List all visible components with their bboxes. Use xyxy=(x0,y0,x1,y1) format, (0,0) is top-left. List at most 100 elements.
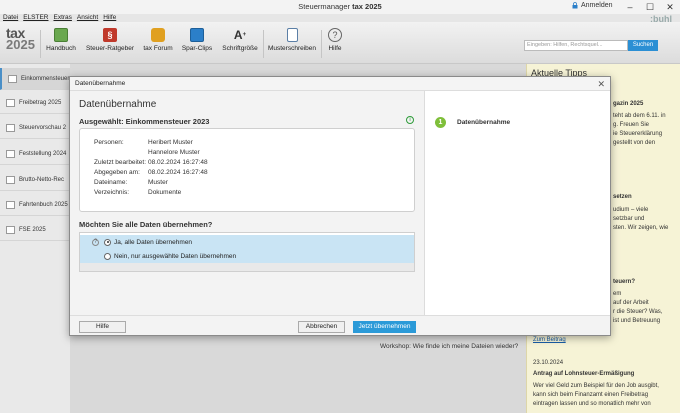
help-question-icon[interactable]: ? xyxy=(92,238,99,246)
info-key-personen: Personen: xyxy=(94,139,124,146)
video-icon xyxy=(190,28,204,42)
toolbar-handbuch[interactable]: Handbuch xyxy=(46,28,76,52)
toolbar-hilfe-label: Hilfe xyxy=(328,45,342,52)
tip-body-line: Wer viel Geld zum Beispiel für den Job a… xyxy=(533,383,659,389)
window-titlebar: Steuermanager tax 2025 Anmelden – ☐ ✕ xyxy=(0,0,680,14)
search-button[interactable]: Suchen xyxy=(628,40,658,51)
tip-line: em xyxy=(613,291,622,297)
data-import-dialog: Datenübernahme ✕ Datenübernahme Ausgewäh… xyxy=(69,76,611,336)
menu-datei[interactable]: Datei xyxy=(3,14,18,22)
sidebar-item-brutto-netto[interactable]: Brutto-Netto-Rec xyxy=(0,169,70,191)
tip-read-more-link[interactable]: Zum Beitrag xyxy=(533,336,566,344)
document-icon xyxy=(286,28,298,42)
option-selected-data[interactable]: Nein, nur ausgewählte Daten übernehmen xyxy=(80,249,414,263)
menubar: Datei ELSTER Extras Ansicht Hilfe xyxy=(3,14,116,22)
app-logo: tax 2025 xyxy=(6,26,36,52)
tip-line: udium – viele xyxy=(613,207,649,213)
font-size-icon: A+ xyxy=(233,28,247,42)
info-icon[interactable]: i xyxy=(406,116,414,124)
toolbar-tax-forum-label: tax Forum xyxy=(143,45,173,52)
info-value-person1: Heribert Muster xyxy=(148,139,193,146)
sidebar-item-label: Steuervorschau 2 xyxy=(19,124,67,131)
info-value-last-edited: 08.02.2024 16:27:48 xyxy=(148,159,208,166)
tip-line: teuern? xyxy=(613,279,636,285)
toolbar-separator xyxy=(263,30,264,58)
toolbar-musterschreiben[interactable]: Musterschreiben xyxy=(266,28,318,52)
calculator-icon xyxy=(6,175,15,184)
close-window-icon[interactable]: ✕ xyxy=(660,0,680,14)
toolbar-schriftgroesse-label: Schriftgröße xyxy=(222,45,258,52)
option-selected-data-label: Nein, nur ausgewählte Daten übernehmen xyxy=(114,252,237,260)
info-value-filename: Muster xyxy=(148,179,168,186)
tip-line: gazin 2025 xyxy=(613,101,644,107)
window-title-prefix: Steuermanager xyxy=(298,2,350,11)
sidebar-item-einkommensteuer[interactable]: Einkommensteuer xyxy=(0,68,70,90)
tip-line: ie Steuererklärung xyxy=(613,131,663,137)
menu-hilfe[interactable]: Hilfe xyxy=(103,14,116,22)
dialog-title: Datenübernahme xyxy=(75,80,126,87)
sidebar-item-freibetrag[interactable]: Freibetrag 2025 xyxy=(0,92,70,114)
info-key-last-edited: Zuletzt bearbeitet: xyxy=(94,159,147,166)
search-input[interactable]: Eingeben: Hilfen, Rechtsquel... xyxy=(524,40,628,51)
car-icon xyxy=(6,200,15,209)
info-key-directory: Verzeichnis: xyxy=(94,189,130,196)
tip-line: setzen xyxy=(613,194,632,200)
window-title-product: tax 2025 xyxy=(352,2,382,11)
maximize-icon[interactable]: ☐ xyxy=(640,0,660,14)
tip-date: 23.10.2024 xyxy=(533,360,564,366)
signin-label: Anmelden xyxy=(581,2,613,9)
menu-extras[interactable]: Extras xyxy=(53,14,71,22)
toolbar-tax-forum[interactable]: tax Forum xyxy=(142,28,174,52)
options-footer-strip xyxy=(80,263,414,271)
option-all-data[interactable]: ? Ja, alle Daten übernehmen xyxy=(80,235,414,249)
sidebar: Einkommensteuer Freibetrag 2025 Steuervo… xyxy=(0,64,70,413)
selected-file-label: Ausgewählt: Einkommensteuer 2023 xyxy=(79,117,210,126)
minimize-icon[interactable]: – xyxy=(620,0,640,14)
cancel-button[interactable]: Abbrechen xyxy=(298,321,345,333)
help-icon: ? xyxy=(328,28,342,42)
toolbar-spar-clips-label: Spar-Clips xyxy=(181,45,213,52)
dialog-main-pane: Datenübernahme Ausgewählt: Einkommensteu… xyxy=(70,91,425,315)
info-value-directory: Dokumente xyxy=(148,189,182,196)
toolbar-hilfe[interactable]: ? Hilfe xyxy=(326,28,344,52)
toolbar-musterschreiben-label: Musterschreiben xyxy=(267,45,317,52)
tip-line: gestellt von den xyxy=(613,140,656,146)
menu-ansicht[interactable]: Ansicht xyxy=(77,14,98,22)
paragraph-book-icon: § xyxy=(103,28,117,42)
workshop-link[interactable]: Workshop: Wie finde ich meine Dateien wi… xyxy=(380,343,518,350)
tax-doc-icon xyxy=(8,74,17,83)
preview-icon xyxy=(6,123,15,132)
lock-icon xyxy=(572,2,578,9)
buhl-logo: :buhl xyxy=(650,14,672,24)
toolbar-separator xyxy=(40,30,41,58)
step-label: Datenübernahme xyxy=(457,119,511,126)
radio-all-data[interactable] xyxy=(104,238,111,246)
radio-selected-data[interactable] xyxy=(104,252,111,260)
wizard-steps-pane: 1 Datenübernahme xyxy=(425,91,610,315)
logo-line2: 2025 xyxy=(6,37,35,52)
tip-line: g. Freuen Sie xyxy=(613,122,650,128)
step-number-badge: 1 xyxy=(435,117,446,128)
sidebar-item-fahrtenbuch[interactable]: Fahrtenbuch 2025 xyxy=(0,194,70,216)
signin-button[interactable]: Anmelden xyxy=(572,2,613,9)
feststellung-icon xyxy=(6,149,15,158)
forum-icon xyxy=(151,28,165,42)
info-value-submitted: 08.02.2024 16:27:48 xyxy=(148,169,208,176)
import-now-button[interactable]: Jetzt übernehmen xyxy=(353,321,416,333)
menu-elster[interactable]: ELSTER xyxy=(23,14,48,22)
tip-line: ist und Betreuung xyxy=(613,318,661,324)
help-button[interactable]: Hilfe xyxy=(79,321,126,333)
sidebar-item-label: Fahrtenbuch 2025 xyxy=(19,201,68,208)
toolbar-spar-clips[interactable]: Spar-Clips xyxy=(181,28,213,52)
sidebar-item-label: Brutto-Netto-Rec xyxy=(19,176,65,183)
toolbar-steuer-ratgeber[interactable]: § Steuer-Ratgeber xyxy=(84,28,136,52)
toolbar-schriftgroesse[interactable]: A+ Schriftgröße xyxy=(220,28,260,52)
sidebar-item-feststellung[interactable]: Feststellung 2024 xyxy=(0,143,70,165)
close-icon[interactable]: ✕ xyxy=(597,77,605,91)
tip-line: teht ab dem 6.11. in xyxy=(613,113,666,119)
sidebar-item-steuervorschau[interactable]: Steuervorschau 2 xyxy=(0,117,70,139)
sidebar-item-fse[interactable]: FSE 2025 xyxy=(0,219,70,241)
fse-doc-icon xyxy=(6,225,15,234)
toolbar-handbuch-label: Handbuch xyxy=(46,45,76,52)
freibetrag-icon xyxy=(6,98,15,107)
